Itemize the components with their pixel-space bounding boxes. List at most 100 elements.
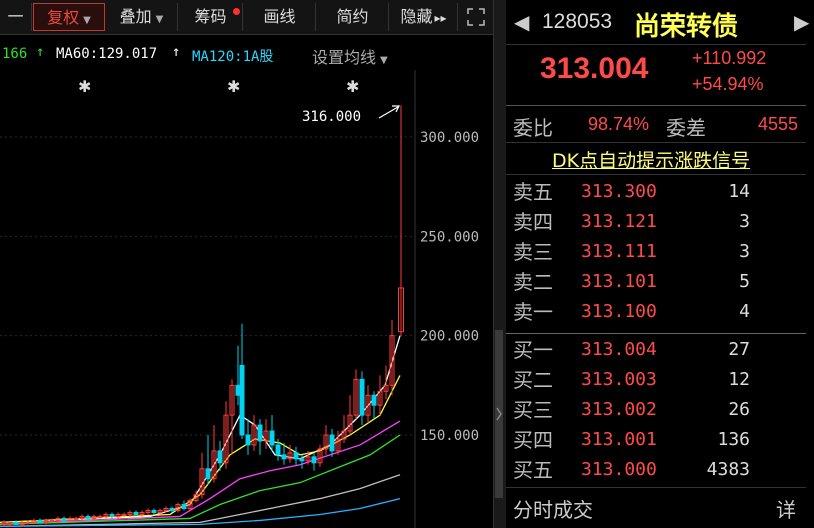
candle-body: [169, 508, 175, 511]
ma-settings-button[interactable]: 设置均线 ▼: [312, 44, 388, 68]
ask-row[interactable]: 卖四 313.121 3: [506, 207, 806, 237]
arrow-up-icon: ↑: [172, 44, 181, 60]
ma-indicator-bar: 166 ↑ MA60:129.017 ↑ MA120:1A股 设置均线 ▼: [0, 40, 497, 70]
ask-volume: 5: [739, 271, 750, 292]
bid-level-label: 买一: [513, 338, 553, 362]
adjust-button[interactable]: 复权 ▼: [33, 3, 105, 31]
period-button[interactable]: 一: [0, 3, 32, 31]
candle-body: [73, 517, 79, 520]
ask-volume: 3: [739, 211, 750, 232]
last-price: 313.004: [540, 52, 649, 85]
candle-body: [269, 430, 275, 446]
y-tick-label: 300.000: [420, 130, 479, 146]
detail-button[interactable]: 详: [776, 494, 796, 523]
splitter-handle[interactable]: [495, 330, 503, 498]
ma60-value: MA60:129.017: [56, 46, 158, 62]
chevron-down-icon: ▼: [380, 55, 388, 66]
ask-price: 313.100: [581, 301, 657, 322]
bid-price: 313.003: [581, 369, 657, 390]
bid-price: 313.004: [581, 339, 657, 360]
kline-chart[interactable]: 300.000 250.000 200.000 150.000 ✱ ✱ ✱ 316.000: [0, 70, 497, 528]
ask-volume: 3: [739, 241, 750, 262]
commission-ratio-label: 委比: [513, 116, 553, 140]
ask-volume: 14: [728, 181, 750, 202]
bid-level-label: 买五: [513, 458, 553, 482]
fullscreen-button[interactable]: [459, 3, 493, 31]
prev-stock-button[interactable]: ◀: [514, 10, 529, 34]
tick-trades-tab[interactable]: 分时成交: [513, 494, 593, 523]
simple-label: 简约: [336, 7, 369, 26]
ask-row[interactable]: 卖一 313.100 4: [506, 297, 806, 327]
y-axis: 300.000 250.000 200.000 150.000: [414, 70, 479, 528]
divider: [506, 105, 806, 106]
event-marker-icon: ✱: [227, 77, 240, 96]
bid-volume: 4383: [706, 459, 750, 480]
ask-level-label: 卖四: [513, 210, 553, 234]
chart-grid: [0, 136, 415, 436]
ask-level-label: 卖二: [513, 270, 553, 294]
candle-body: [49, 519, 55, 522]
candle-body: [299, 458, 305, 462]
ask-row[interactable]: 卖三 313.111 3: [506, 237, 806, 267]
bid-level-label: 买三: [513, 398, 553, 422]
event-marker-icon: ✱: [346, 77, 359, 96]
ma120-value: MA120:1A股: [192, 49, 274, 65]
bid-price: 313.001: [581, 429, 657, 450]
chips-label: 筹码: [194, 7, 227, 26]
draw-line-label: 画线: [263, 7, 296, 26]
ask-price: 313.111: [581, 241, 657, 262]
bid-row[interactable]: 买四 313.001 136: [506, 425, 806, 455]
period-label: 一: [7, 7, 24, 26]
collapse-arrow-icon: [496, 407, 502, 421]
bid-volume: 136: [717, 429, 750, 450]
divider: [506, 333, 806, 334]
candlesticks: [1, 105, 404, 527]
bid-volume: 12: [728, 369, 750, 390]
candle-body: [245, 434, 251, 446]
dk-signal-link[interactable]: DK点自动提示涨跌信号: [552, 146, 750, 173]
event-marker-icon: ✱: [78, 77, 91, 96]
bid-row[interactable]: 买二 313.003 12: [506, 365, 806, 395]
ma-lines: [0, 335, 401, 528]
ask-row[interactable]: 卖二 313.101 5: [506, 267, 806, 297]
candle-body: [61, 517, 67, 521]
chart-toolbar: 一 复权 ▼ 叠加 ▼ 筹码 画线 简约 隐藏 ▸▸: [0, 0, 497, 35]
ask-level-label: 卖一: [513, 300, 553, 324]
ask-level-label: 卖五: [513, 180, 553, 204]
chips-button[interactable]: 筹码: [179, 3, 243, 31]
simple-button[interactable]: 简约: [317, 3, 389, 31]
divider: [506, 487, 806, 488]
candle-body: [85, 515, 91, 519]
candle-body: [205, 468, 211, 480]
draw-line-button[interactable]: 画线: [244, 3, 316, 31]
candle-body: [217, 450, 223, 464]
overlay-label: 叠加: [119, 7, 152, 26]
candle-body: [109, 513, 115, 517]
candle-body: [151, 509, 157, 513]
annotation-arrow-icon: [378, 105, 400, 119]
bid-row[interactable]: 买五 313.000 4383: [506, 455, 806, 485]
divider: [506, 142, 806, 143]
adjust-label: 复权: [47, 8, 80, 27]
price-change-pct: +54.94%: [692, 74, 764, 94]
divider: [506, 44, 806, 45]
hide-button[interactable]: 隐藏 ▸▸: [390, 3, 458, 31]
bid-row[interactable]: 买三 313.002 26: [506, 395, 806, 425]
next-stock-button[interactable]: ▶: [794, 10, 809, 34]
chevron-down-icon: ▼: [155, 14, 164, 25]
commission-ratio-value: 98.74%: [588, 114, 650, 134]
bid-volume: 27: [728, 339, 750, 360]
bid-row[interactable]: 买一 313.004 27: [506, 335, 806, 365]
candle-body: [293, 452, 299, 460]
candle-body: [25, 521, 31, 524]
quote-panel: ◀ 128053 尚荣转债 ▶ 313.004 +110.992 +54.94%…: [506, 0, 814, 528]
stock-code: 128053: [542, 10, 613, 33]
overlay-button[interactable]: 叠加 ▼: [106, 3, 178, 31]
ask-row[interactable]: 卖五 313.300 14: [506, 177, 806, 207]
chart-markers: ✱ ✱ ✱: [78, 77, 359, 96]
ma-settings-label: 设置均线: [312, 48, 377, 67]
bid-level-label: 买四: [513, 428, 553, 452]
bid-price: 313.000: [581, 459, 657, 480]
candle-body: [121, 513, 127, 516]
candle-body: [371, 394, 377, 406]
